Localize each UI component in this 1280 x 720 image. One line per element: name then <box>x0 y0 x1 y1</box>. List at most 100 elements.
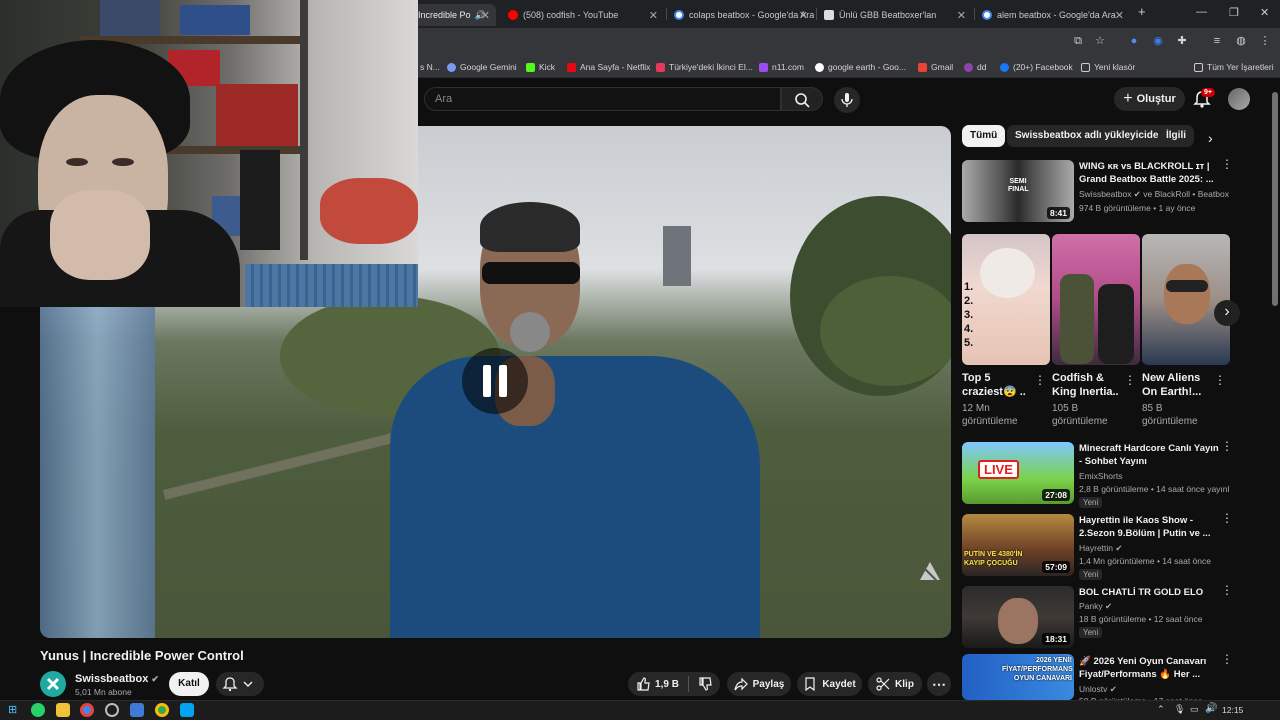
window-close-icon[interactable]: ✕ <box>1260 6 1269 19</box>
short-title[interactable]: Top 5 <box>962 371 1026 385</box>
channel-avatar[interactable] <box>40 671 66 697</box>
profile-icon[interactable]: ◍ <box>1234 34 1248 48</box>
short-title[interactable]: New Aliens <box>1142 371 1208 385</box>
chrome-icon[interactable] <box>80 703 94 717</box>
bookmark-n11[interactable]: n11.com <box>759 60 804 74</box>
video-thumbnail[interactable]: SEMI FINAL 8:41 <box>962 160 1074 222</box>
related-video-channel[interactable]: Panky ✔ <box>1079 600 1229 612</box>
related-video-title[interactable]: BOL CHATLİ TR GOLD ELO <box>1079 586 1219 599</box>
network-icon[interactable]: ▭ <box>1190 704 1199 715</box>
app-icon[interactable] <box>130 703 144 717</box>
new-tab-icon[interactable]: + <box>1138 4 1146 19</box>
all-bookmarks[interactable]: Tüm Yer İşaretleri <box>1194 60 1274 74</box>
close-icon[interactable]: ✕ <box>481 9 490 22</box>
tab-colaps-beatbox[interactable]: colaps beatbox - Google'da Ara ✕ <box>668 4 814 26</box>
close-icon[interactable]: ✕ <box>799 9 808 22</box>
short-thumbnail[interactable]: 1. 2. 3. 4. 5. <box>962 234 1050 365</box>
file-explorer-icon[interactable] <box>56 703 70 717</box>
chrome-icon[interactable] <box>155 703 169 717</box>
tab-codfish[interactable]: (508) codfish - YouTube ✕ <box>502 4 664 26</box>
microphone-tray-icon[interactable]: 🎙 <box>1174 704 1185 715</box>
bookmark-google-earth[interactable]: google earth - Goo... <box>815 60 906 74</box>
search-input[interactable]: Ara <box>424 87 781 111</box>
close-icon[interactable]: ✕ <box>1115 9 1124 22</box>
windows-start-icon[interactable]: ⊞ <box>8 703 22 717</box>
scrollbar-thumb[interactable] <box>1272 92 1278 306</box>
related-video-channel[interactable]: Swissbeatbox ✔ ve BlackRoll • Beatbox <box>1079 188 1229 200</box>
extensions-puzzle-icon[interactable]: ✚ <box>1175 34 1189 48</box>
short-title[interactable]: craziest😨 ... <box>962 385 1026 399</box>
video-thumbnail[interactable]: PUTİN VE 4380'İN KAYIP ÇOCUĞU 57:09 <box>962 514 1074 576</box>
related-video-title[interactable]: Grand Beatbox Battle 2025: ... <box>1079 173 1219 186</box>
tab-incredible-power[interactable]: Incredible Po 🔊 ✕ <box>412 4 496 26</box>
more-vertical-icon[interactable]: ⋮ <box>1214 374 1226 386</box>
related-video-title[interactable]: 2.Sezon 9.Bölüm | Putin ve ... <box>1079 527 1219 540</box>
short-thumbnail[interactable] <box>1052 234 1140 365</box>
related-video-title[interactable]: 🚀 2026 Yeni Oyun Canavarı <box>1079 655 1219 668</box>
bookmark-dd[interactable]: dd <box>964 60 986 74</box>
more-vertical-icon[interactable]: ⋮ <box>1124 374 1136 386</box>
tab-alem-beatbox[interactable]: alem beatbox - Google'da Ara ✕ <box>976 4 1130 26</box>
channel-name[interactable]: Swissbeatbox ✔ <box>75 673 159 685</box>
chevron-right-icon[interactable]: › <box>1208 130 1213 146</box>
short-title[interactable]: King Inertia... <box>1052 385 1118 399</box>
share-button[interactable]: Paylaş <box>727 672 791 696</box>
like-button[interactable]: 1,9 B <box>636 677 679 691</box>
bookmark-item[interactable]: s N... <box>420 60 440 74</box>
close-icon[interactable]: ✕ <box>957 9 966 22</box>
save-button[interactable]: Kaydet <box>797 672 862 696</box>
bookmark-gmail[interactable]: Gmail <box>918 60 953 74</box>
related-video-title[interactable]: - Sohbet Yayını <box>1079 455 1219 468</box>
related-video-title[interactable]: WING ĸʀ vs BLACKROLL ɪᴛ | <box>1079 160 1219 173</box>
bookmark-facebook[interactable]: (20+) Facebook <box>1000 60 1073 74</box>
close-icon[interactable]: ✕ <box>649 9 658 22</box>
bookmark-ikinci-el[interactable]: Türkiye'deki İkinci El... <box>656 60 753 74</box>
pause-button[interactable] <box>462 348 528 414</box>
more-vertical-icon[interactable]: ⋮ <box>1221 440 1233 452</box>
video-thumbnail[interactable]: LIVE 27:08 <box>962 442 1074 504</box>
join-button[interactable]: Katıl <box>169 672 209 696</box>
short-title[interactable]: Codfish & <box>1052 371 1118 385</box>
shorts-next-button[interactable]: › <box>1214 300 1240 326</box>
voice-search-button[interactable] <box>834 87 860 113</box>
chevron-up-icon[interactable]: ⌃ <box>1157 704 1165 715</box>
chip-all[interactable]: Tümü <box>962 125 1006 147</box>
whatsapp-icon[interactable] <box>31 703 45 717</box>
search-button[interactable] <box>781 87 823 111</box>
more-actions-button[interactable]: ⋯ <box>927 672 951 696</box>
app-icon[interactable] <box>105 703 119 717</box>
bookmark-gemini[interactable]: Google Gemini <box>447 60 517 74</box>
related-video-title[interactable]: Hayrettin ile Kaos Show - <box>1079 514 1219 527</box>
volume-icon[interactable]: 🔊 <box>1205 703 1217 714</box>
thumbs-down-icon[interactable] <box>698 677 712 691</box>
subscription-bell-button[interactable] <box>216 672 264 696</box>
more-vertical-icon[interactable]: ⋮ <box>1221 584 1233 596</box>
media-controls-icon[interactable]: ≡ <box>1210 34 1224 48</box>
short-thumbnail[interactable] <box>1142 234 1230 365</box>
chip-uploader[interactable]: Swissbeatbox adlı yükleyiciden <box>1007 125 1173 147</box>
minimize-icon[interactable]: — <box>1196 6 1207 18</box>
more-vertical-icon[interactable]: ⋮ <box>1221 653 1233 665</box>
clip-button[interactable]: Klip <box>868 672 922 696</box>
channel-watermark-icon[interactable] <box>916 558 944 586</box>
user-avatar[interactable] <box>1228 88 1250 110</box>
bookmark-kick[interactable]: Kick <box>526 60 555 74</box>
extension-circle-icon[interactable]: ◉ <box>1151 34 1165 48</box>
browser-menu-icon[interactable]: ⋮ <box>1258 34 1272 48</box>
bookmark-netflix[interactable]: Ana Sayfa - Netflix <box>567 60 650 74</box>
tab-unlu-gbb[interactable]: Ünlü GBB Beatboxer'lan ✕ <box>818 4 972 26</box>
related-video-title[interactable]: Fiyat/Performans 🔥 Her ... <box>1079 668 1219 681</box>
related-video-channel[interactable]: EmixShorts <box>1079 470 1229 482</box>
app-icon[interactable] <box>180 703 194 717</box>
more-vertical-icon[interactable]: ⋮ <box>1221 158 1233 170</box>
video-thumbnail[interactable]: 18:31 <box>962 586 1074 648</box>
more-vertical-icon[interactable]: ⋮ <box>1034 374 1046 386</box>
related-video-channel[interactable]: Hayrettin ✔ <box>1079 542 1229 554</box>
extension-blue-icon[interactable]: ● <box>1127 34 1141 48</box>
restore-icon[interactable]: ❐ <box>1229 6 1239 19</box>
install-icon[interactable]: ⧉ <box>1071 34 1085 48</box>
related-video-channel[interactable]: Unlostv ✔ <box>1079 683 1229 695</box>
bookmark-folder[interactable]: Yeni klasör <box>1081 60 1135 74</box>
short-title[interactable]: On Earth!... <box>1142 385 1208 399</box>
video-thumbnail[interactable]: 2026 YENİ! FİYAT/PERFORMANS OYUN CANAVAR… <box>962 654 1074 700</box>
